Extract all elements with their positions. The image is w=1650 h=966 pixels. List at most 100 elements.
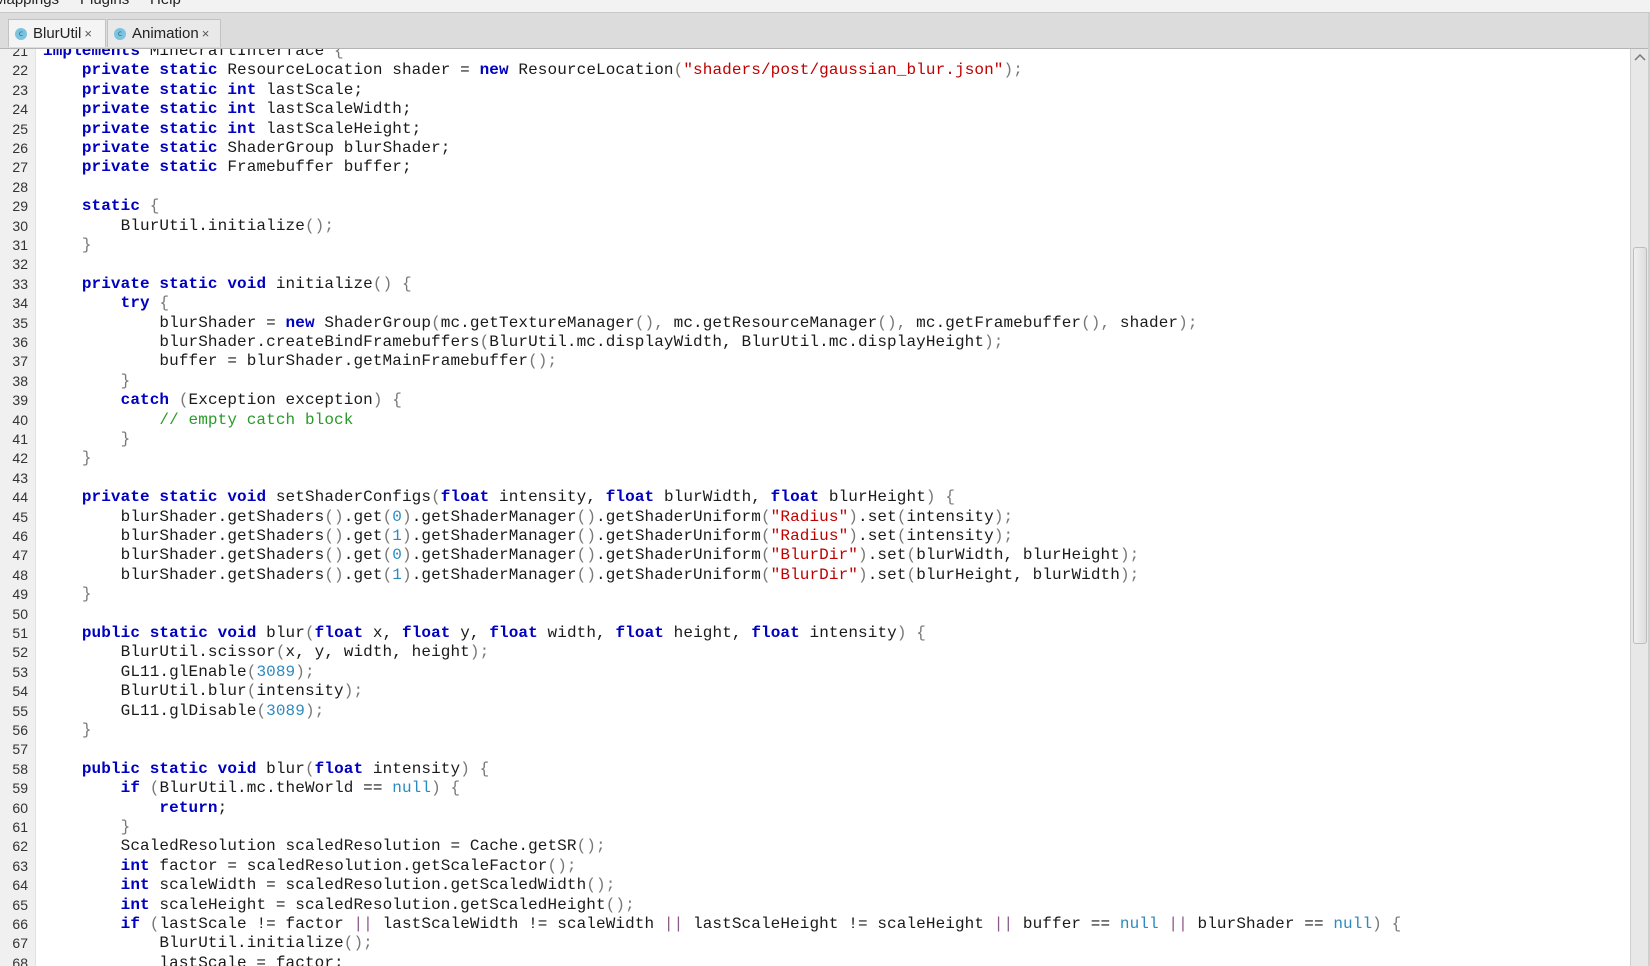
code-token: { [392,391,402,410]
code-line[interactable]: blurShader.getShaders().get(0).getShader… [43,507,1014,526]
code-token: ) [1372,915,1382,933]
code-line[interactable]: private static int lastScaleWidth; [43,100,412,118]
code-token: .getShaderManager [411,546,577,565]
scroll-up-arrow-icon[interactable] [1634,53,1646,63]
code-line[interactable]: int factor = scaledResolution.getScaleFa… [43,857,577,875]
code-token: (), [877,313,907,332]
code-line[interactable]: catch (Exception exception) { [43,391,402,409]
code-line[interactable]: // empty catch block [43,411,353,429]
code-line[interactable]: private static void initialize() { [43,275,412,293]
code-line[interactable]: private static ShaderGroup blurShader; [43,139,451,157]
code-line[interactable]: BlurUtil.blur(intensity); [43,682,363,700]
code-line[interactable]: } [43,236,92,254]
code-line[interactable]: lastScale = factor; [43,954,344,966]
code-token: ( [673,61,684,80]
code-token: .get [343,565,383,584]
code-line[interactable]: blurShader.getShaders().get(0).getShader… [43,546,1140,565]
code-token: ) [848,507,858,526]
code-token: () [324,527,344,545]
line-number: 65 [12,896,28,913]
code-token: ); [1119,546,1140,565]
code-token: lastScaleHeight != scaleHeight [683,915,994,933]
code-token: BlurUtil.initialize [43,216,305,235]
line-number: 36 [12,334,28,350]
code-token: lastScale = factor; [43,953,344,966]
line-number: 37 [12,353,28,370]
code-line[interactable]: private static int lastScaleHeight; [43,120,421,138]
code-line[interactable]: public static void blur(float x, float y… [43,624,926,642]
code-line[interactable]: private static void setShaderConfigs(flo… [43,488,955,506]
code-line[interactable]: implements MinecraftInterface { [43,49,344,60]
code-token: (); [605,895,635,914]
code-line[interactable]: } [43,721,92,739]
code-line[interactable]: int scaleHeight = scaledResolution.getSc… [43,896,635,914]
line-number: 42 [12,450,28,467]
code-line[interactable]: GL11.glDisable(3089); [43,702,325,720]
code-editor[interactable]: 21 implements MinecraftInterface {22 priv… [0,49,1630,966]
code-line[interactable]: GL11.glEnable(3089); [43,663,315,681]
code-token: () [372,274,393,293]
tab-animation[interactable]: c Animation × [107,19,221,47]
code-line[interactable]: if (BlurUtil.mc.theWorld == null) { [43,779,460,797]
code-line[interactable]: if (lastScale != factor || lastScaleWidt… [43,915,1402,933]
vertical-scrollbar[interactable] [1630,49,1649,966]
string-token: "BlurDir" [770,565,858,584]
menu-help[interactable]: Help [150,0,181,8]
line-number: 58 [12,760,28,777]
code-line[interactable]: BlurUtil.initialize(); [43,217,334,235]
code-line[interactable]: private static int lastScale; [43,81,363,99]
menu-mappings[interactable]: Mappings [0,0,59,8]
code-line[interactable]: public static void blur(float intensity)… [43,760,489,778]
keyword-token: try [120,294,150,313]
code-token: } [81,721,92,739]
scrollbar-thumb[interactable] [1633,246,1647,645]
code-token: ) [848,527,858,545]
code-token: blurShader.getShaders [43,527,325,545]
keyword-token: implements [43,49,141,60]
code-token: (); [528,352,558,371]
code-line[interactable]: } [43,449,92,467]
code-line[interactable]: } [43,430,131,448]
menu-plugins[interactable]: Plugins [80,0,129,8]
code-token: mc.getFramebuffer [906,313,1082,332]
code-line[interactable]: try { [43,294,169,312]
code-token: ( [431,488,441,507]
code-token: BlurUtil.mc.displayWidth, BlurUtil.mc.di… [489,333,985,351]
tab-blurutil[interactable]: c BlurUtil × [8,19,106,47]
close-icon[interactable]: × [84,26,92,41]
code-line[interactable]: BlurUtil.initialize(); [43,934,373,952]
code-token: } [81,449,92,468]
code-line[interactable]: } [43,372,131,390]
code-line[interactable]: ScaledResolution scaledResolution = Cach… [43,837,606,855]
code-line[interactable]: blurShader.getShaders().get(1).getShader… [43,527,1014,545]
code-line[interactable]: buffer = blurShader.getMainFramebuffer()… [43,352,557,370]
code-line[interactable]: static { [43,197,160,215]
code-line[interactable]: private static Framebuffer buffer; [43,158,412,176]
code-line[interactable]: return; [43,799,227,817]
code-token: Framebuffer buffer; [217,158,412,177]
keyword-token: float [615,624,664,642]
code-line[interactable]: } [43,818,131,836]
code-token: } [81,585,92,604]
keyword-token: private static [81,139,218,157]
code-line[interactable]: BlurUtil.scissor(x, y, width, height); [43,643,490,661]
code-token: ( [760,507,771,526]
code-line[interactable]: private static ResourceLocation shader =… [43,61,1023,79]
code-line[interactable]: blurShader.getShaders().get(1).getShader… [43,565,1140,584]
code-token: lastScale != factor [159,915,354,933]
code-token: (); [547,856,577,875]
close-icon[interactable]: × [202,26,210,41]
code-token: { [450,779,461,798]
code-line[interactable]: blurShader.createBindFramebuffers(BlurUt… [43,333,1003,351]
code-token: ShaderGroup blurShader; [217,139,451,157]
line-number: 31 [12,237,28,253]
code-line[interactable]: int scaleWidth = scaledResolution.getSca… [43,876,616,894]
code-line[interactable]: blurShader = new ShaderGroup(mc.getTextu… [43,314,1198,332]
code-token: || [353,915,373,933]
code-token: (), [1081,313,1111,332]
code-line[interactable]: } [43,585,92,603]
line-number: 21 [12,49,28,59]
